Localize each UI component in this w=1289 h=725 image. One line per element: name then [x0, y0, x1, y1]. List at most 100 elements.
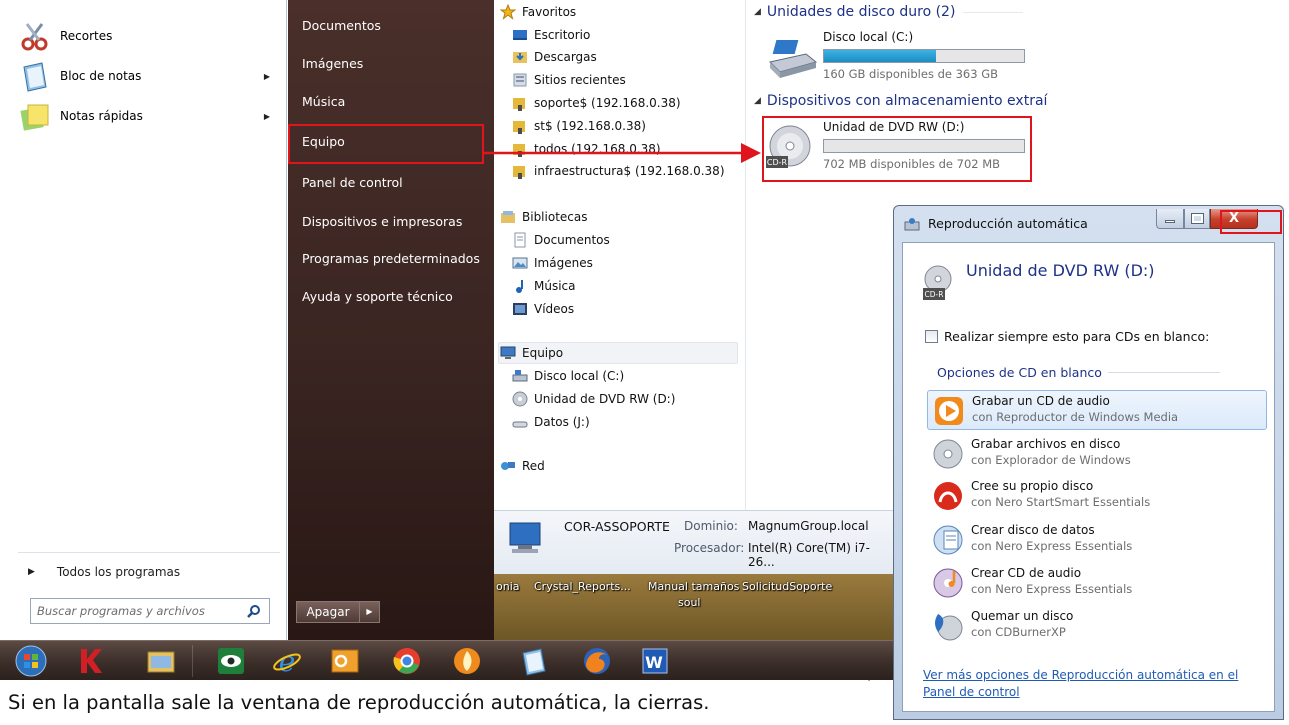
desktop-icon-label[interactable]: SolicitudSoporte: [742, 580, 832, 593]
program-notas-rapidas[interactable]: Notas rápidas ▶: [18, 98, 280, 134]
nav-dvd-d[interactable]: Unidad de DVD RW (D:): [512, 389, 675, 409]
all-programs-label: Todos los programas: [56, 565, 181, 579]
shutdown-options-button[interactable]: ▶: [360, 601, 380, 623]
dvd-drive-highlight: [762, 116, 1032, 182]
search-icon[interactable]: [247, 604, 261, 618]
nav-descargas[interactable]: Descargas: [512, 47, 597, 67]
disc-icon: [933, 439, 963, 469]
autoplay-icon: [904, 218, 920, 231]
option-grabar-archivos[interactable]: Grabar archivos en disco con Explorador …: [927, 434, 1267, 474]
place-programas-predeterminados[interactable]: Programas predeterminados: [302, 247, 480, 271]
checkbox-icon[interactable]: [925, 330, 938, 343]
nav-label: Sitios recientes: [534, 73, 626, 87]
nav-equipo[interactable]: Equipo: [500, 343, 563, 363]
desktop-icon-label[interactable]: soul: [678, 596, 701, 609]
option-cree-su-disco[interactable]: Cree su propio disco con Nero StartSmart…: [927, 476, 1267, 516]
maximize-button[interactable]: [1184, 209, 1210, 229]
taskbar-firefox[interactable]: [574, 643, 620, 679]
nav-bibliotecas[interactable]: Bibliotecas: [500, 207, 587, 227]
option-grabar-cd-audio[interactable]: Grabar un CD de audio con Reproductor de…: [927, 390, 1267, 430]
taskbar-outlook[interactable]: [322, 643, 368, 679]
shutdown-button[interactable]: Apagar: [296, 601, 360, 623]
place-musica[interactable]: Música: [302, 90, 345, 114]
maximize-icon: [1191, 213, 1204, 224]
more-autoplay-options-link[interactable]: Ver más opciones de Reproducción automát…: [923, 667, 1263, 701]
group-title: Unidades de disco duro (2): [766, 4, 956, 20]
desktop-icon-label[interactable]: Manual tamaños: [648, 580, 739, 593]
kaspersky-icon: [81, 649, 102, 673]
nav-label: Imágenes: [534, 256, 593, 270]
domain-label: Dominio:: [684, 519, 738, 533]
music-icon: [516, 280, 523, 293]
computer-icon: [500, 346, 516, 359]
minimize-button[interactable]: [1156, 209, 1184, 229]
nav-label: soporte$ (192.168.0.38): [534, 96, 681, 110]
nav-red[interactable]: Red: [500, 456, 545, 476]
hard-drive-icon: [769, 40, 818, 78]
place-panel-de-control[interactable]: Panel de control: [302, 171, 403, 195]
nav-lib-musica[interactable]: Música: [512, 276, 576, 296]
option-quemar-disco[interactable]: Quemar un disco con CDBurnerXP: [927, 606, 1267, 646]
taskbar-flame-app[interactable]: [444, 643, 490, 679]
nav-infraestructura-share[interactable]: infraestructura$ (192.168.0.38): [512, 161, 725, 181]
desktop-icon-label[interactable]: Crystal_Reports...: [534, 580, 631, 593]
option-crear-cd-audio[interactable]: Crear CD de audio con Nero Express Essen…: [927, 563, 1267, 603]
nav-lib-documentos[interactable]: Documentos: [512, 230, 610, 250]
group-hard-disks[interactable]: ◢ Unidades de disco duro (2): [754, 4, 1024, 20]
collapse-triangle-icon: ◢: [754, 7, 761, 17]
nav-escritorio[interactable]: Escritorio: [512, 25, 590, 45]
data-disc-icon: [933, 525, 963, 555]
equipo-highlight: [288, 124, 484, 164]
place-imagenes[interactable]: Imágenes: [302, 52, 363, 76]
start-menu-places-pane: Documentos Imágenes Música Equipo Panel …: [288, 0, 494, 640]
nav-label: Favoritos: [522, 5, 577, 19]
minimize-icon: [1165, 220, 1175, 223]
desktop-icon-label[interactable]: onia: [496, 580, 520, 593]
nav-disco-local-c[interactable]: Disco local (C:): [512, 366, 624, 386]
drive-disco-local-c[interactable]: Disco local (C:) 160 GB disponibles de 3…: [766, 28, 1046, 84]
desktop-background: onia Crystal_Reports... Manual tamaños S…: [494, 574, 894, 640]
program-label: Bloc de notas: [60, 69, 142, 83]
instruction-caption: Si en la pantalla sale la ventana de rep…: [0, 681, 900, 725]
checkbox-label: Realizar siempre esto para CDs en blanco…: [944, 329, 1210, 344]
nav-favoritos[interactable]: Favoritos: [500, 2, 576, 22]
program-label: Recortes: [60, 29, 113, 43]
place-documentos[interactable]: Documentos: [302, 14, 381, 38]
nav-sitios-recientes[interactable]: Sitios recientes: [512, 70, 626, 90]
taskbar-ie[interactable]: e: [264, 643, 310, 679]
option-crear-disco-datos[interactable]: Crear disco de datos con Nero Express Es…: [927, 520, 1267, 560]
taskbar-kaspersky[interactable]: [68, 643, 114, 679]
start-button[interactable]: [8, 643, 54, 679]
option-label: Crear disco de datos: [971, 523, 1095, 537]
nav-label: Descargas: [534, 50, 597, 64]
taskbar-chrome[interactable]: [384, 643, 430, 679]
search-input[interactable]: [37, 604, 237, 618]
place-dispositivos[interactable]: Dispositivos e impresoras: [302, 210, 462, 234]
taskbar-word[interactable]: W: [632, 643, 678, 679]
place-ayuda[interactable]: Ayuda y soporte técnico: [302, 285, 453, 309]
explorer-details-pane: COR-ASSOPORTE Dominio: MagnumGroup.local…: [494, 510, 894, 574]
svg-text:e: e: [279, 645, 296, 677]
nav-st-share[interactable]: st$ (192.168.0.38): [512, 116, 646, 136]
option-label: Quemar un disco: [971, 609, 1074, 623]
nav-soporte-share[interactable]: soporte$ (192.168.0.38): [512, 93, 681, 113]
taskbar-eye-app[interactable]: [208, 643, 254, 679]
nav-todos-share[interactable]: todos (192.168.0.38): [512, 139, 661, 159]
taskbar-notepad[interactable]: [510, 643, 556, 679]
shutdown-group: Apagar ▶: [296, 601, 380, 623]
nav-lib-imagenes[interactable]: Imágenes: [512, 253, 593, 273]
nav-label: infraestructura$ (192.168.0.38): [534, 164, 725, 178]
dialog-title: Reproducción automática: [928, 216, 1088, 231]
program-bloc-de-notas[interactable]: Bloc de notas ▶: [18, 58, 280, 94]
divider: [18, 552, 280, 553]
start-search-box[interactable]: [30, 598, 270, 624]
group-removable[interactable]: ◢ Dispositivos con almacenamiento extraí: [754, 93, 1047, 109]
downloads-icon: [513, 52, 527, 63]
arrow-right-icon: ▶: [28, 567, 35, 577]
program-recortes[interactable]: Recortes: [18, 18, 280, 54]
always-do-checkbox[interactable]: Realizar siempre esto para CDs en blanco…: [925, 329, 1209, 344]
nav-lib-videos[interactable]: Vídeos: [512, 299, 574, 319]
nav-datos-j[interactable]: Datos (J:): [512, 412, 590, 432]
all-programs-button[interactable]: ▶ Todos los programas: [28, 562, 180, 582]
taskbar-explorer[interactable]: [138, 643, 184, 679]
